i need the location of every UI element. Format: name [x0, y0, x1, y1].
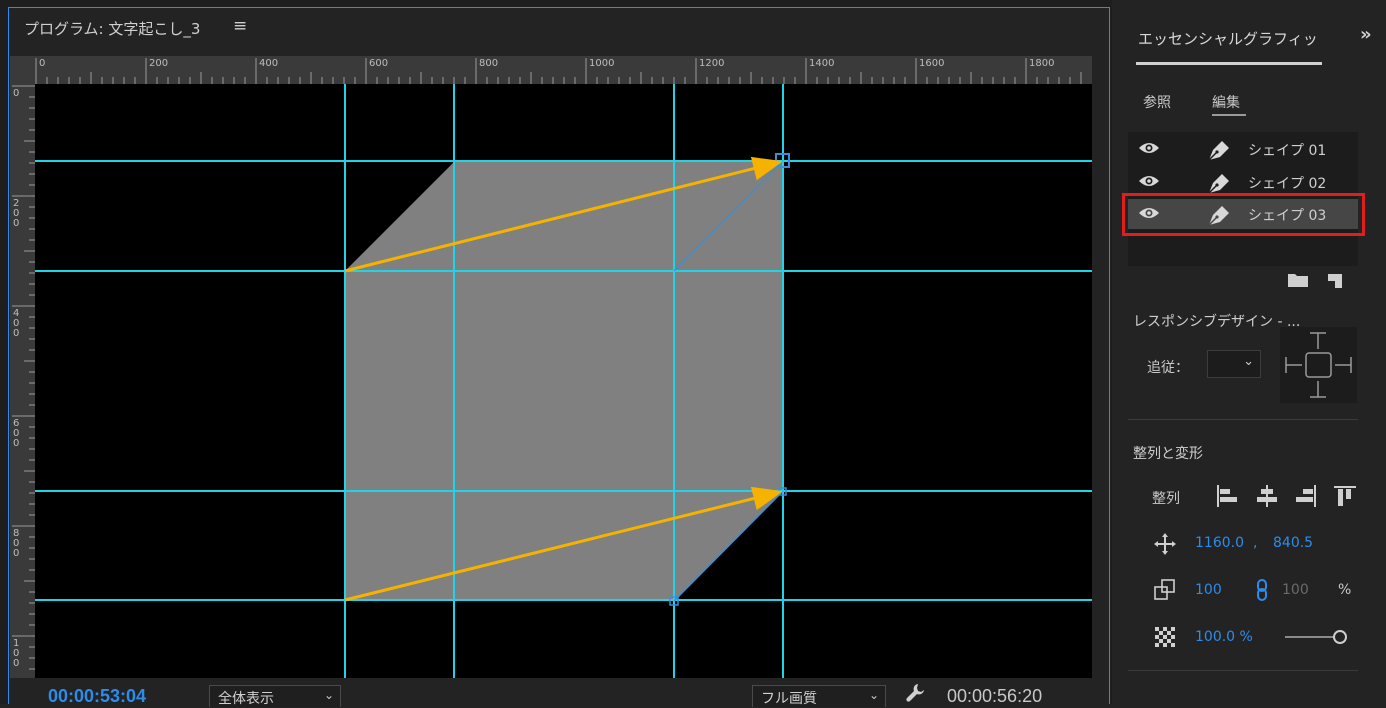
horizontal-ruler: 0 200 400 600 800 1000 1200 1400 1600 1800: [10, 56, 1092, 84]
ruler-label: 1000: [589, 58, 614, 69]
ruler-label: 200: [149, 58, 168, 69]
panel-title-underline: [1136, 62, 1322, 65]
align-top-icon[interactable]: [1332, 483, 1358, 513]
monitor-bottom-bar: 00:00:53:04 全体表示 ⌄ フル画質 ⌄ 00:00:56:20: [10, 680, 1092, 707]
opacity-slider-track[interactable]: [1285, 636, 1335, 638]
tab-edit[interactable]: 編集: [1212, 92, 1240, 112]
position-x-value[interactable]: 1160.0: [1195, 535, 1244, 551]
folder-icon[interactable]: [1287, 272, 1309, 292]
section-divider: [1128, 670, 1358, 671]
eye-icon[interactable]: [1138, 140, 1160, 160]
layer-name: シェイプ 02: [1248, 176, 1327, 192]
ruler-label: 800: [479, 58, 498, 69]
layer-name: シェイプ 01: [1248, 143, 1327, 159]
align-right-icon[interactable]: [1293, 483, 1319, 513]
program-canvas[interactable]: [35, 84, 1092, 678]
ruler-label: 0: [13, 548, 19, 559]
position-y-value[interactable]: 840.5: [1273, 535, 1313, 551]
link-icon[interactable]: [1255, 578, 1269, 606]
ruler-label: 0: [13, 218, 19, 229]
tab-browse[interactable]: 参照: [1143, 92, 1171, 112]
ruler-label: 0: [13, 328, 19, 339]
horizontal-ruler-ticks: 0 200 400 600 800 1000 1200 1400 1600 1800: [35, 58, 1082, 84]
new-layer-icon[interactable]: [1326, 272, 1344, 294]
chevron-down-icon: ⌄: [868, 688, 879, 702]
eye-icon[interactable]: [1138, 173, 1160, 193]
move-icon: [1153, 532, 1177, 560]
position-separator: ,: [1253, 535, 1258, 551]
pin-edges-icon: [1285, 332, 1352, 398]
scale-unit: %: [1338, 582, 1352, 598]
responsive-design-title[interactable]: レスポンシブデザイン - ...: [1133, 311, 1300, 331]
align-center-icon[interactable]: [1254, 483, 1280, 513]
zoom-dropdown-value: 全体表示: [218, 691, 274, 707]
pin-to-widget[interactable]: [1280, 327, 1357, 403]
quality-dropdown-value: フル画質: [761, 691, 817, 707]
hamburger-icon[interactable]: ≡: [233, 16, 247, 36]
ruler-label: 600: [369, 58, 388, 69]
align-left-icon[interactable]: [1214, 483, 1240, 513]
ruler-label: 1600: [919, 58, 944, 69]
selection-highlight-box: [1122, 193, 1365, 236]
ruler-label: 1800: [1029, 58, 1054, 69]
layer-row-shape-01[interactable]: シェイプ 01: [1128, 134, 1358, 164]
opacity-icon: [1154, 626, 1176, 652]
opacity-slider-handle[interactable]: [1333, 630, 1347, 644]
canvas-drawing: [35, 84, 1092, 678]
ruler-label: 1400: [809, 58, 834, 69]
wrench-icon[interactable]: [904, 682, 926, 708]
follow-dropdown[interactable]: ⌄: [1207, 350, 1261, 378]
section-divider: [1128, 419, 1358, 420]
tab-edit-underline: [1212, 114, 1246, 116]
follow-label: 追従：: [1147, 360, 1189, 376]
align-transform-title[interactable]: 整列と変形: [1133, 443, 1203, 463]
panel-title[interactable]: エッセンシャルグラフィッ: [1138, 28, 1318, 49]
double-chevron-right-icon[interactable]: »: [1360, 24, 1372, 45]
ruler-label: 0: [13, 658, 19, 669]
ruler-label: 0: [39, 58, 45, 69]
ruler-label: 400: [259, 58, 278, 69]
ruler-label: 0: [13, 438, 19, 449]
ruler-label: 0: [13, 88, 19, 99]
align-label: 整列: [1152, 491, 1180, 507]
opacity-value[interactable]: 100.0 %: [1195, 629, 1253, 645]
chevron-down-icon: ⌄: [1243, 354, 1254, 369]
scale-value[interactable]: 100: [1195, 582, 1222, 598]
monitor-title: プログラム: 文字起こし_3: [24, 20, 201, 38]
chevron-down-icon: ⌄: [323, 688, 334, 702]
vertical-ruler: 0200400600800100: [10, 84, 35, 678]
vertical-ruler-ticks: 0200400600800100: [12, 85, 35, 670]
scale-linked-value: 100: [1282, 582, 1309, 598]
pen-icon: [1206, 138, 1232, 166]
ruler-label: 1200: [699, 58, 724, 69]
scale-icon: [1154, 579, 1176, 605]
